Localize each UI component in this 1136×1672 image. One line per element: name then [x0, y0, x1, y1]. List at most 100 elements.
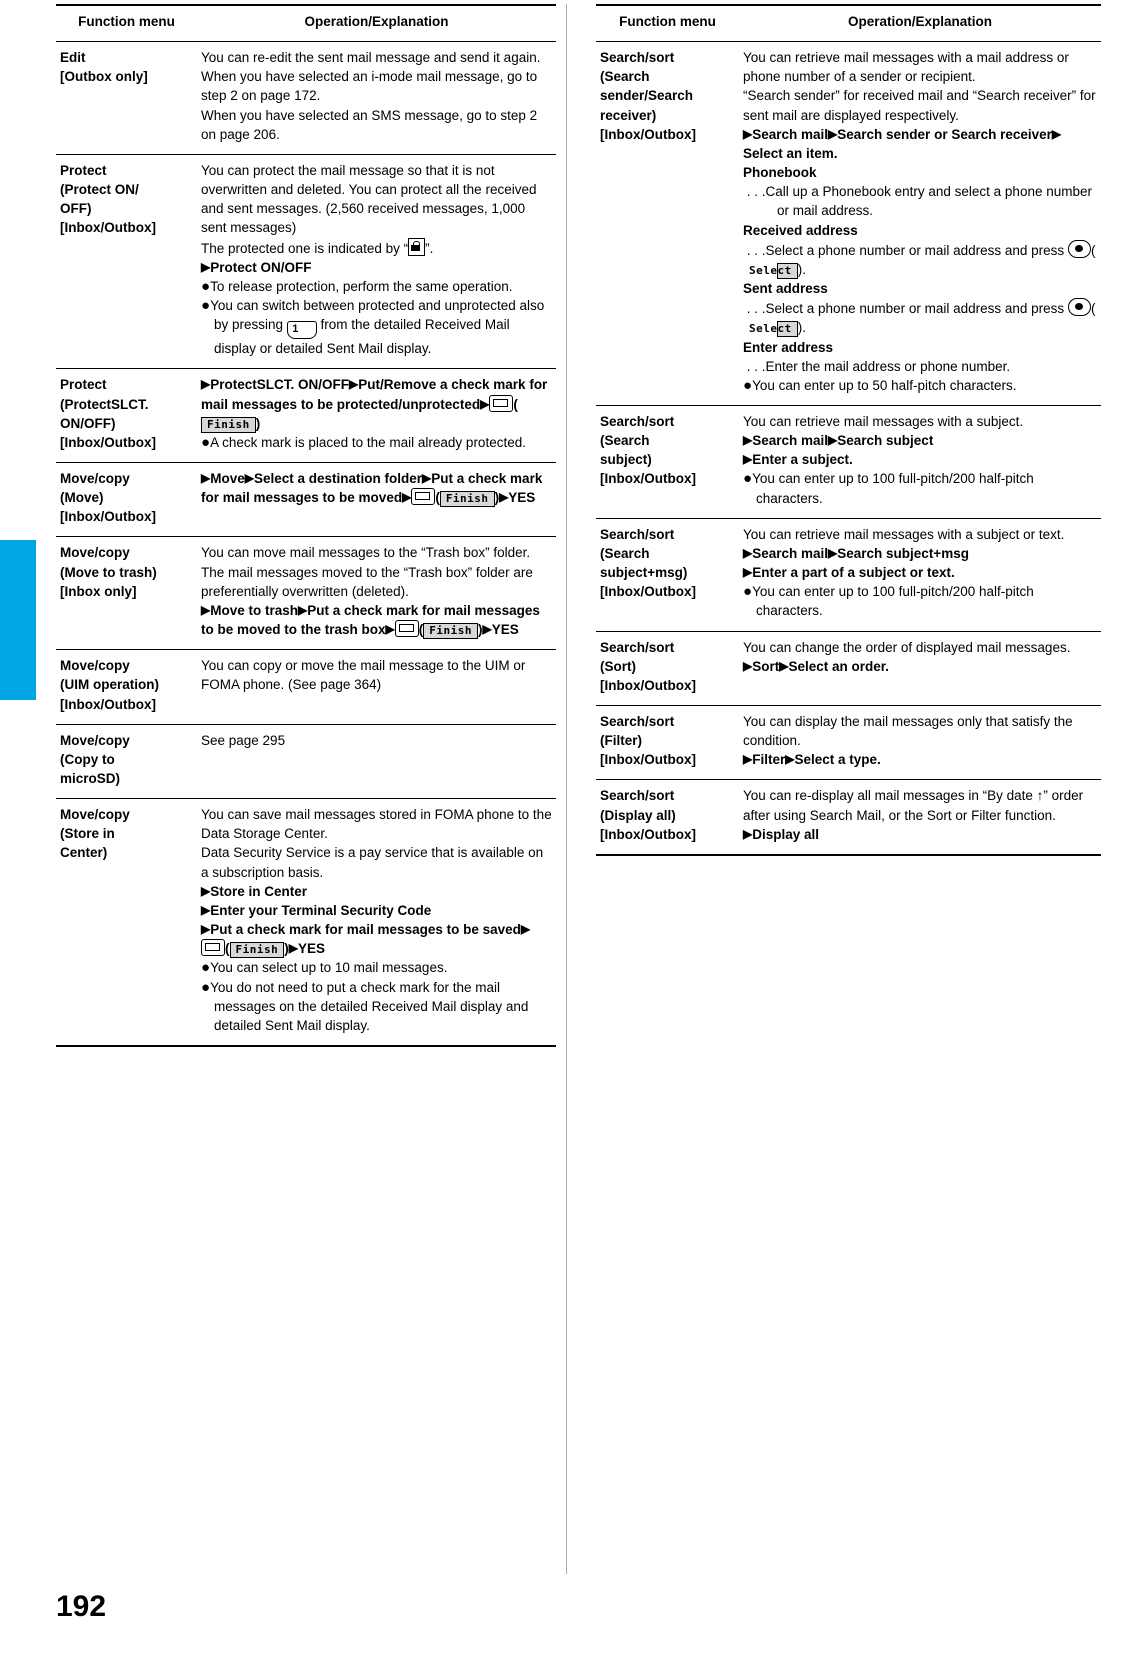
- step-label-2: Select a type.: [794, 752, 881, 768]
- arrow-icon: ▶: [743, 433, 753, 448]
- dots-icon: . . .: [743, 301, 766, 317]
- arrow-icon: ▶: [743, 752, 753, 767]
- arrow-icon: ▶: [244, 470, 254, 485]
- menu-name-2: (ProtectSLCT.: [60, 396, 149, 412]
- table-row: Search/sort (Search sender/Search receiv…: [596, 41, 1101, 406]
- function-menu-cell: Search/sort (Display all) [Inbox/Outbox]: [596, 779, 739, 856]
- sub-heading: Phonebook: [743, 165, 817, 181]
- menu-scope: [Inbox/Outbox]: [600, 584, 696, 600]
- menu-scope: [Inbox/Outbox]: [600, 126, 696, 142]
- center-key-icon: [1067, 239, 1091, 258]
- menu-scope: [Outbox only]: [60, 69, 148, 85]
- lock-icon: [408, 237, 426, 256]
- function-menu-cell: Move/copy (Store in Center): [56, 798, 197, 1048]
- step-label: Search mail: [752, 545, 829, 561]
- menu-name: Search/sort: [600, 639, 675, 655]
- menu-name: Search/sort: [600, 50, 675, 66]
- operation-cell: ▶Move▶Select a destination folder▶Put a …: [197, 462, 556, 538]
- function-menu-cell: Move/copy (UIM operation) [Inbox/Outbox]: [56, 649, 197, 725]
- desc-step: ▶Sort▶Select an order.: [743, 657, 1097, 676]
- select-softkey: Select: [749, 321, 798, 338]
- arrow-icon: ▶: [201, 922, 211, 937]
- desc-step: ▶Filter▶Select a type.: [743, 750, 1097, 769]
- bullet-text: To release protection, perform the same …: [210, 278, 513, 294]
- header-operation: Operation/Explanation: [197, 4, 556, 43]
- dots-text: Call up a Phonebook entry and select a p…: [765, 184, 1092, 219]
- desc-line: When you have selected an SMS message, g…: [201, 107, 538, 142]
- desc-line: You can move mail messages to the “Trash…: [201, 545, 533, 599]
- step-label: Put a check mark for mail messages to be…: [210, 922, 521, 938]
- menu-name: Search/sort: [600, 526, 675, 542]
- right-column: Function menu Operation/Explanation Sear…: [596, 4, 1101, 856]
- operation-cell: You can display the mail messages only t…: [739, 705, 1101, 781]
- dots-text-2: ).: [797, 261, 806, 277]
- function-menu-cell: Move/copy (Copy to microSD): [56, 724, 197, 800]
- dots-text: Enter the mail address or phone number.: [765, 358, 1011, 374]
- desc-bullet: ●You can enter up to 100 full-pitch/200 …: [743, 582, 1097, 620]
- step-label: Move to trash: [210, 602, 298, 618]
- menu-name-2: (Copy to: [60, 751, 115, 767]
- table-header-row: Function menu Operation/Explanation: [596, 4, 1101, 43]
- menu-name-2: (UIM operation): [60, 677, 159, 693]
- desc-bullet: ●You can enter up to 50 half-pitch chara…: [743, 376, 1097, 395]
- key-1-icon: 1: [286, 321, 317, 340]
- arrow-icon: ▶: [422, 470, 432, 485]
- desc-line: You can re-edit the sent mail message an…: [201, 50, 541, 66]
- operation-cell: You can save mail messages stored in FOM…: [197, 798, 556, 1048]
- menu-name-2: (Search: [600, 545, 650, 561]
- desc-step: ▶Move to trash▶Put a check mark for mail…: [201, 601, 552, 640]
- page-columns: Function menu Operation/Explanation Edit…: [0, 0, 1136, 1590]
- desc-line-lock: The protected one is indicated by “ ”.: [201, 237, 552, 258]
- table-row: Search/sort (Display all) [Inbox/Outbox]…: [596, 779, 1101, 856]
- table-row: Protect (ProtectSLCT. ON/OFF) [Inbox/Out…: [56, 368, 556, 463]
- center-key-icon: [1067, 298, 1091, 317]
- step-label: Store in Center: [210, 883, 308, 899]
- bullet-icon: ●: [201, 978, 211, 996]
- menu-name-4: receiver): [600, 107, 657, 123]
- menu-name-3: subject+msg): [600, 565, 688, 581]
- header-operation: Operation/Explanation: [739, 4, 1101, 43]
- menu-name-2: (Store in: [60, 826, 115, 842]
- desc-bullet: ●You can enter up to 100 full-pitch/200 …: [743, 469, 1097, 507]
- function-table-left: Function menu Operation/Explanation Edit…: [56, 4, 556, 1048]
- dots-icon: . . .: [743, 184, 766, 200]
- table-row: Move/copy (Move to trash) [Inbox only] Y…: [56, 536, 556, 651]
- dots-icon: . . .: [743, 242, 766, 258]
- step-label-2: Search sender or Search receiver: [837, 126, 1052, 142]
- mail-key-icon: [489, 394, 514, 412]
- arrow-icon: ▶: [201, 470, 211, 485]
- function-menu-cell: Search/sort (Sort) [Inbox/Outbox]: [596, 631, 739, 707]
- menu-scope: [Inbox/Outbox]: [600, 471, 696, 487]
- menu-name-2: (Sort): [600, 658, 636, 674]
- operation-cell: You can move mail messages to the “Trash…: [197, 536, 556, 651]
- arrow-icon: ▶: [1051, 126, 1062, 141]
- bullet-icon: ●: [201, 433, 211, 451]
- step-label: Enter your Terminal Security Code: [210, 902, 432, 918]
- finish-softkey: Finish: [229, 942, 285, 959]
- arrow-icon: ▶: [349, 377, 359, 392]
- page-number: 192: [56, 1590, 107, 1623]
- menu-name: Search/sort: [600, 714, 675, 729]
- step-label-2: Select an order.: [788, 658, 890, 674]
- column-divider: [566, 4, 567, 1574]
- table-row: Move/copy (UIM operation) [Inbox/Outbox]…: [56, 649, 556, 725]
- bullet-icon: ●: [743, 376, 753, 394]
- menu-name-2: (Display all): [600, 807, 676, 823]
- function-menu-cell: Search/sort (Search subject) [Inbox/Outb…: [596, 405, 739, 519]
- step-label: Filter: [752, 752, 786, 768]
- menu-name-3: ON/OFF): [60, 415, 116, 431]
- operation-cell: You can retrieve mail messages with a su…: [739, 518, 1101, 632]
- arrow-icon: ▶: [743, 452, 753, 467]
- arrow-icon: ▶: [743, 565, 753, 580]
- function-menu-cell: Search/sort (Search sender/Search receiv…: [596, 41, 739, 406]
- menu-name-3: microSD): [60, 771, 121, 786]
- desc-step: ▶Search mail▶Search subject+msg: [743, 544, 1097, 563]
- bullet-text: You can enter up to 50 half-pitch charac…: [752, 377, 1017, 393]
- desc-step: ▶Search mail▶Search sender or Search rec…: [743, 125, 1097, 163]
- menu-name-3: Center): [60, 845, 108, 861]
- desc-step: ▶Enter your Terminal Security Code: [201, 901, 552, 920]
- arrow-icon: ▶: [743, 826, 753, 841]
- lock-post: ”.: [425, 240, 434, 256]
- menu-scope: [Inbox/Outbox]: [600, 826, 696, 842]
- dots-text-2: ).: [797, 320, 806, 336]
